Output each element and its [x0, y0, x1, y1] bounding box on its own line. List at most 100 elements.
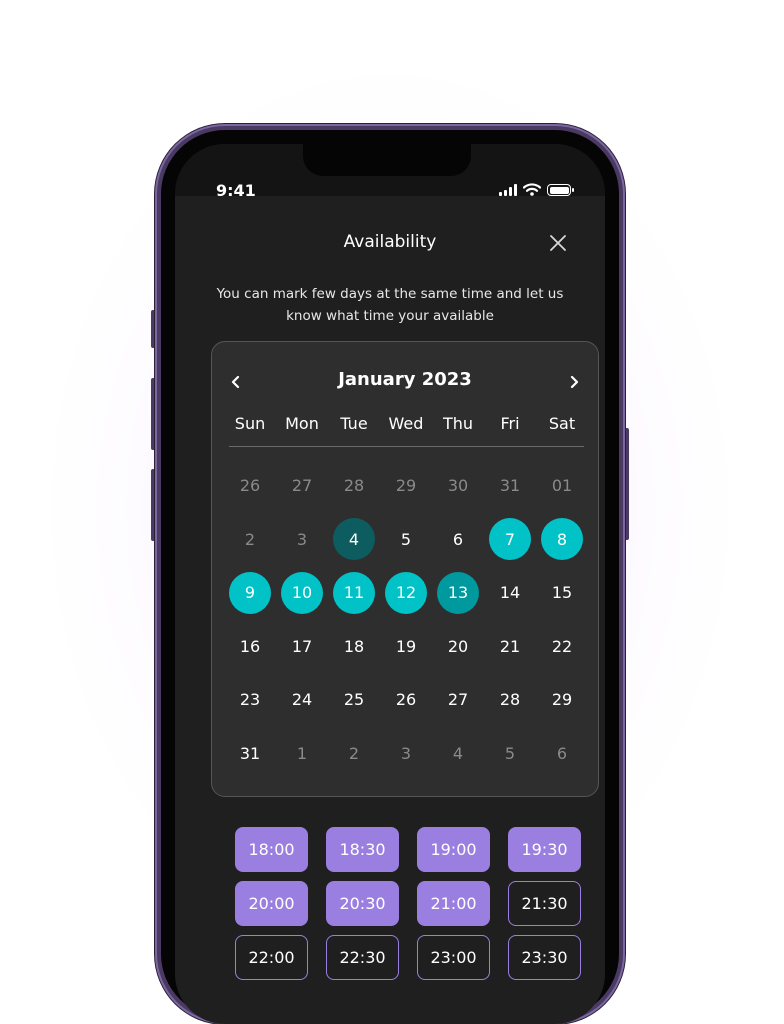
calendar-day[interactable]: 17 — [276, 620, 328, 674]
calendar-day[interactable]: 9 — [224, 566, 276, 620]
time-slot-button[interactable]: 22:00 — [235, 935, 308, 980]
calendar-day-label: 6 — [452, 529, 464, 549]
calendar-day[interactable]: 1 — [276, 727, 328, 781]
calendar-day[interactable]: 5 — [484, 727, 536, 781]
calendar-day-label: 9 — [229, 571, 271, 614]
calendar-day-label: 31 — [239, 743, 261, 763]
time-slot-button[interactable]: 21:30 — [508, 881, 581, 926]
calendar-day[interactable]: 13 — [432, 566, 484, 620]
calendar-day[interactable]: 19 — [380, 620, 432, 674]
calendar-day-label: 30 — [447, 476, 469, 496]
calendar-day-label: 25 — [343, 690, 365, 710]
time-slot-button[interactable]: 18:00 — [235, 827, 308, 872]
calendar-day-label: 5 — [400, 529, 412, 549]
calendar-day[interactable]: 23 — [224, 673, 276, 727]
calendar-day-label: 28 — [343, 476, 365, 496]
calendar-day[interactable]: 26 — [224, 459, 276, 513]
battery-icon — [547, 184, 574, 196]
calendar-day-label: 01 — [551, 476, 573, 496]
calendar-day[interactable]: 27 — [276, 459, 328, 513]
calendar-day[interactable]: 3 — [380, 727, 432, 781]
calendar-day-label: 23 — [239, 690, 261, 710]
calendar-day-label: 14 — [499, 583, 521, 603]
calendar-day-label: 27 — [291, 476, 313, 496]
calendar-day-label: 4 — [452, 743, 464, 763]
time-slot-button[interactable]: 21:00 — [417, 881, 490, 926]
calendar-day-label: 29 — [551, 690, 573, 710]
calendar-day[interactable]: 5 — [380, 513, 432, 567]
calendar-day-label: 13 — [437, 571, 479, 614]
time-slot-button[interactable]: 20:30 — [326, 881, 399, 926]
calendar-day[interactable]: 01 — [536, 459, 588, 513]
calendar-day-label: 5 — [504, 743, 516, 763]
wifi-icon — [523, 183, 541, 196]
status-time: 9:41 — [216, 181, 256, 200]
calendar-day[interactable]: 31 — [484, 459, 536, 513]
weekday-label: Tue — [340, 414, 368, 433]
calendar-day-label: 24 — [291, 690, 313, 710]
calendar-day[interactable]: 2 — [328, 727, 380, 781]
calendar-day[interactable]: 20 — [432, 620, 484, 674]
calendar-day[interactable]: 30 — [432, 459, 484, 513]
calendar-day[interactable]: 10 — [276, 566, 328, 620]
page-title: Availability — [343, 232, 437, 252]
calendar-day-label: 1 — [296, 743, 308, 763]
calendar-day[interactable]: 31 — [224, 727, 276, 781]
calendar-day[interactable]: 22 — [536, 620, 588, 674]
weekday-label: Sun — [234, 414, 266, 433]
calendar-day[interactable]: 28 — [484, 673, 536, 727]
calendar-day-label: 21 — [499, 636, 521, 656]
calendar-day[interactable]: 7 — [484, 513, 536, 567]
calendar-day-label: 17 — [291, 636, 313, 656]
calendar-day-label: 26 — [239, 476, 261, 496]
calendar-day-label: 22 — [551, 636, 573, 656]
calendar-day[interactable]: 24 — [276, 673, 328, 727]
time-slot-button[interactable]: 23:00 — [417, 935, 490, 980]
calendar-day[interactable]: 6 — [536, 727, 588, 781]
calendar-day[interactable]: 15 — [536, 566, 588, 620]
weekday-label: Wed — [388, 414, 424, 433]
calendar-day[interactable]: 3 — [276, 513, 328, 567]
calendar-day-label: 28 — [499, 690, 521, 710]
calendar-day[interactable]: 29 — [380, 459, 432, 513]
calendar-day[interactable]: 6 — [432, 513, 484, 567]
calendar-day-label: 15 — [551, 583, 573, 603]
calendar-day[interactable]: 26 — [380, 673, 432, 727]
calendar-day-label: 20 — [447, 636, 469, 656]
calendar-day[interactable]: 28 — [328, 459, 380, 513]
weekday-divider — [229, 446, 584, 447]
time-slot-button[interactable]: 20:00 — [235, 881, 308, 926]
chevron-right-icon[interactable] — [566, 374, 582, 390]
calendar-day-label: 31 — [499, 476, 521, 496]
calendar-day[interactable]: 4 — [328, 513, 380, 567]
calendar-day[interactable]: 16 — [224, 620, 276, 674]
phone-frame: 9:41 Availability You can mark few days … — [155, 124, 625, 1024]
calendar-day[interactable]: 29 — [536, 673, 588, 727]
time-slot-button[interactable]: 19:30 — [508, 827, 581, 872]
calendar-day[interactable]: 2 — [224, 513, 276, 567]
calendar-day[interactable]: 27 — [432, 673, 484, 727]
calendar-day-label: 12 — [385, 571, 427, 614]
calendar-day[interactable]: 8 — [536, 513, 588, 567]
calendar-day[interactable]: 21 — [484, 620, 536, 674]
calendar-day-label: 8 — [541, 518, 583, 561]
calendar-day[interactable]: 12 — [380, 566, 432, 620]
calendar-days-grid: 26 27 28 29 30 31 01 2 3 4 5 6 7 8 9 10 11 12 13 14 15 16 17 18… — [224, 459, 588, 780]
calendar-day[interactable]: 4 — [432, 727, 484, 781]
calendar-day-label: 2 — [244, 529, 256, 549]
calendar-day[interactable]: 25 — [328, 673, 380, 727]
status-bar: 9:41 — [175, 144, 605, 200]
calendar-day-label: 29 — [395, 476, 417, 496]
calendar-day[interactable]: 11 — [328, 566, 380, 620]
time-slot-button[interactable]: 19:00 — [417, 827, 490, 872]
time-slot-button[interactable]: 18:30 — [326, 827, 399, 872]
time-slot-button[interactable]: 23:30 — [508, 935, 581, 980]
weekday-label: Fri — [500, 414, 520, 433]
calendar-day-label: 11 — [333, 571, 375, 614]
close-icon[interactable] — [549, 234, 567, 252]
calendar-day-label: 10 — [281, 571, 323, 614]
calendar-day[interactable]: 14 — [484, 566, 536, 620]
weekday-header: Sun Mon Tue Wed Thu Fri Sat — [224, 414, 588, 433]
time-slot-button[interactable]: 22:30 — [326, 935, 399, 980]
calendar-day[interactable]: 18 — [328, 620, 380, 674]
